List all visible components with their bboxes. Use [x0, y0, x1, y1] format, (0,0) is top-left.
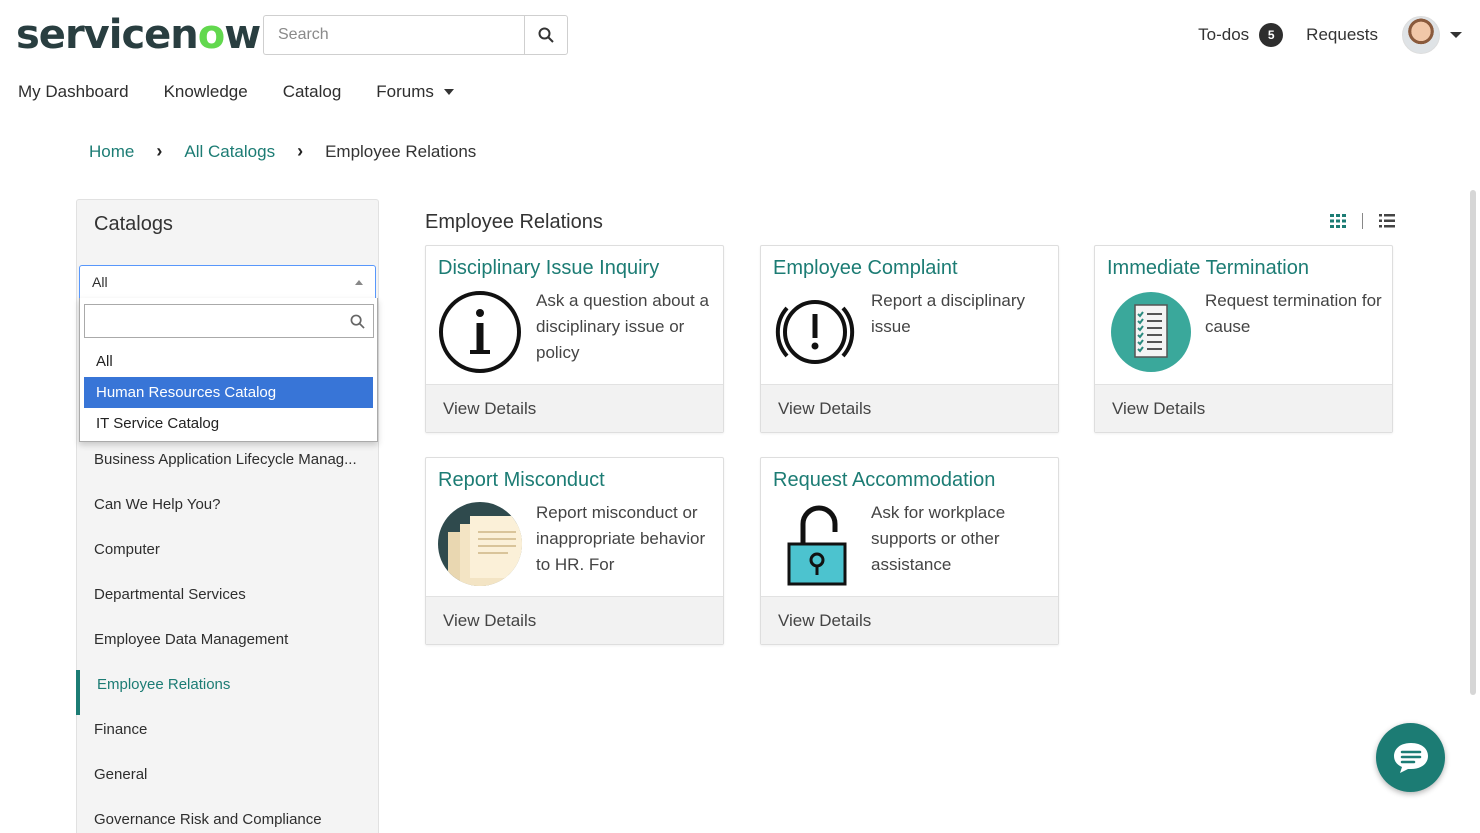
card-title[interactable]: Immediate Termination	[1107, 257, 1309, 280]
nav-my-dashboard[interactable]: My Dashboard	[18, 82, 129, 102]
nav-knowledge[interactable]: Knowledge	[164, 82, 248, 102]
catalog-select-value: All	[92, 274, 108, 290]
todos-count-badge: 5	[1259, 23, 1284, 47]
card-title[interactable]: Disciplinary Issue Inquiry	[438, 257, 659, 280]
card-description: Report misconduct or inappropriate behav…	[536, 503, 706, 574]
dropdown-option-it-catalog[interactable]: IT Service Catalog	[84, 408, 373, 439]
search-icon	[350, 314, 365, 329]
requests-link[interactable]: Requests	[1306, 25, 1378, 45]
todos-label: To-dos	[1198, 25, 1250, 44]
catalog-item-card[interactable]: Immediate Termination Request terminatio…	[1094, 245, 1393, 433]
category-item[interactable]: Governance Risk and Compliance	[77, 805, 378, 833]
view-toggle	[1330, 213, 1395, 229]
nav-forums-label: Forums	[376, 82, 434, 101]
catalog-item-card[interactable]: Employee Complaint Report a disciplinary…	[760, 245, 1059, 433]
info-icon	[439, 291, 521, 373]
search-bar	[263, 15, 568, 55]
user-menu-caret-icon[interactable]	[1450, 32, 1462, 38]
grid-view-icon[interactable]	[1330, 214, 1346, 228]
catalogs-sidebar: Catalogs All All Human Resources Catalog…	[76, 199, 379, 833]
header-actions: To-dos 5 Requests	[1198, 14, 1462, 56]
view-details-button[interactable]: View Details	[1095, 384, 1392, 432]
card-description: Report a disciplinary issue	[871, 291, 1026, 336]
breadcrumb-home[interactable]: Home	[89, 142, 134, 162]
catalog-item-card[interactable]: Request Accommodation Ask for workplace …	[760, 457, 1059, 645]
category-item[interactable]: General	[77, 760, 378, 805]
main-nav: My Dashboard Knowledge Catalog Forums	[18, 82, 489, 102]
divider	[1362, 213, 1363, 229]
catalog-dropdown: All Human Resources Catalog IT Service C…	[79, 298, 378, 442]
checklist-icon	[1111, 292, 1191, 372]
chat-icon	[1393, 742, 1428, 773]
category-list: Business Application Lifecycle Manag... …	[76, 445, 378, 833]
breadcrumb-all-catalogs[interactable]: All Catalogs	[184, 142, 275, 162]
page-scrollbar[interactable]	[1470, 190, 1476, 695]
chevron-up-icon	[355, 279, 363, 285]
card-title[interactable]: Employee Complaint	[773, 257, 958, 280]
category-item[interactable]: Can We Help You?	[77, 490, 378, 535]
dropdown-option-all[interactable]: All	[84, 346, 373, 377]
chevron-down-icon	[443, 89, 454, 95]
catalog-item-card[interactable]: Disciplinary Issue Inquiry Ask a questio…	[425, 245, 724, 433]
view-details-button[interactable]: View Details	[761, 384, 1058, 432]
chevron-right-icon: ›	[156, 141, 163, 161]
breadcrumb: Home › All Catalogs › Employee Relations	[89, 141, 476, 162]
category-item[interactable]: Finance	[77, 715, 378, 760]
search-icon	[538, 27, 554, 43]
logo-text: servicen	[16, 12, 199, 58]
search-input[interactable]	[263, 15, 524, 55]
sidebar-title: Catalogs	[94, 213, 173, 235]
unlock-icon	[787, 505, 847, 586]
card-title[interactable]: Report Misconduct	[438, 469, 605, 492]
chat-button[interactable]	[1376, 723, 1445, 792]
category-item[interactable]: Business Application Lifecycle Manag...	[77, 445, 378, 490]
todos-link[interactable]: To-dos 5	[1198, 23, 1284, 47]
catalog-select[interactable]: All	[79, 265, 376, 299]
search-button[interactable]	[524, 15, 568, 55]
page-title: Employee Relations	[425, 211, 603, 233]
catalog-item-card[interactable]: Report Misconduct Report misconduct or i…	[425, 457, 724, 645]
logo-text-end: w	[224, 12, 261, 58]
view-details-button[interactable]: View Details	[426, 596, 723, 644]
alert-icon	[775, 300, 855, 364]
nav-forums[interactable]: Forums	[376, 82, 454, 102]
category-item[interactable]: Departmental Services	[77, 580, 378, 625]
logo-text-o: o	[197, 12, 226, 58]
view-details-button[interactable]: View Details	[761, 596, 1058, 644]
category-item-active[interactable]: Employee Relations	[76, 670, 378, 715]
card-description: Ask a question about a disciplinary issu…	[536, 291, 709, 362]
servicenow-logo[interactable]: servicenow	[16, 12, 261, 58]
list-view-icon[interactable]	[1379, 214, 1395, 228]
breadcrumb-current: Employee Relations	[325, 141, 477, 161]
avatar[interactable]	[1402, 16, 1440, 54]
category-item[interactable]: Employee Data Management	[77, 625, 378, 670]
view-details-button[interactable]: View Details	[426, 384, 723, 432]
documents-icon	[438, 502, 522, 586]
nav-catalog[interactable]: Catalog	[283, 82, 342, 102]
card-description: Request termination for cause	[1205, 291, 1382, 336]
card-description: Ask for workplace supports or other assi…	[871, 503, 1006, 574]
dropdown-option-hr-catalog[interactable]: Human Resources Catalog	[84, 377, 373, 408]
chevron-right-icon: ›	[297, 141, 304, 161]
card-title[interactable]: Request Accommodation	[773, 469, 995, 492]
category-item[interactable]: Computer	[77, 535, 378, 580]
dropdown-search-input[interactable]	[84, 304, 374, 338]
